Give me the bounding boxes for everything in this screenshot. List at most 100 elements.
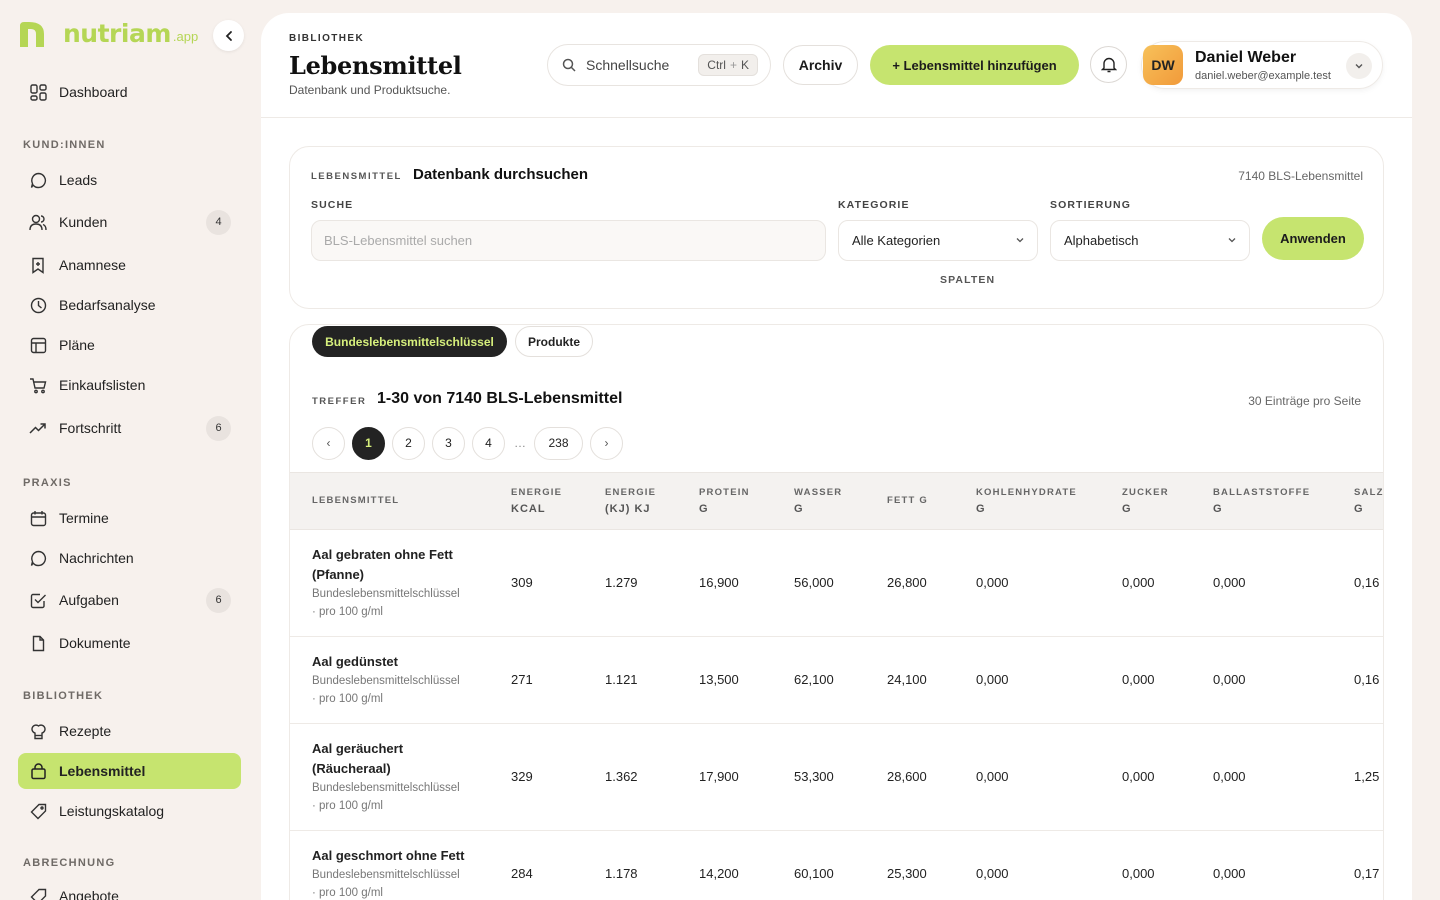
archive-button[interactable]: Archiv	[783, 45, 858, 85]
page-button[interactable]: 1	[352, 426, 385, 460]
chat-bubble-icon	[29, 171, 47, 189]
col-kohlenhydrate[interactable]: KOHLENHYDRATE G	[976, 485, 1077, 517]
prev-page-button[interactable]: ‹	[312, 426, 345, 460]
col-energie-kcal[interactable]: ENERGIE KCAL	[511, 485, 562, 517]
collapse-sidebar-button[interactable]	[213, 20, 244, 51]
col-salz[interactable]: SALZ G	[1354, 485, 1383, 517]
cell-kcal: 271	[511, 672, 533, 687]
sidebar-item-dashboard[interactable]: Dashboard	[18, 74, 241, 110]
cell-wasser: 62,100	[794, 672, 834, 687]
sidebar-item-termine[interactable]: Termine	[18, 500, 241, 536]
table-row[interactable]: Aal geschmort ohne Fett Bundeslebensmitt…	[290, 831, 1383, 900]
sidebar-item-nachrichten[interactable]: Nachrichten	[18, 540, 241, 576]
results-title: 1-30 von 7140 BLS-Lebensmittel	[377, 390, 623, 407]
sidebar-item-lebensmittel[interactable]: Lebensmittel	[18, 753, 241, 789]
category-select[interactable]: Alle Kategorien	[838, 220, 1038, 261]
notifications-button[interactable]	[1090, 46, 1127, 83]
trend-up-icon	[29, 419, 47, 437]
page-button[interactable]: 238	[534, 426, 583, 460]
table-row[interactable]: Aal geräuchert (Räucheraal) Bundeslebens…	[290, 724, 1383, 831]
col-fett[interactable]: FETT G	[887, 493, 928, 509]
logo-mark-icon	[20, 22, 44, 47]
cell-ballaststoffe: 0,000	[1213, 866, 1246, 881]
cell-kohlenhydrate: 0,000	[976, 672, 1009, 687]
page-ellipsis: …	[512, 426, 528, 460]
search-card: LEBENSMITTEL Datenbank durchsuchen 7140 …	[289, 146, 1384, 309]
sidebar-item-einkaufslisten[interactable]: Einkaufslisten	[18, 367, 241, 403]
cell-salz: 0,17	[1354, 866, 1380, 881]
dashboard-icon	[29, 83, 47, 101]
food-source: Bundeslebensmittelschlüssel	[312, 782, 460, 794]
cell-fett: 25,300	[887, 866, 927, 881]
checkbox-icon	[29, 591, 47, 609]
quick-search-input[interactable]: Schnellsuche Ctrl + K	[547, 44, 771, 86]
cell-kcal: 309	[511, 575, 533, 590]
page-button[interactable]: 2	[392, 426, 425, 460]
col-zucker[interactable]: ZUCKER G	[1122, 485, 1169, 517]
cell-kcal: 329	[511, 769, 533, 784]
apply-button[interactable]: Anwenden	[1262, 217, 1364, 260]
sidebar-item-label: Anamnese	[59, 257, 126, 273]
cell-protein: 16,900	[699, 575, 739, 590]
food-search-input[interactable]: BLS-Lebensmittel suchen	[311, 220, 826, 261]
kbd-plus: +	[729, 58, 737, 72]
category-label: KATEGORIE	[838, 199, 910, 211]
sidebar-item-fortschritt[interactable]: Fortschritt 6	[18, 410, 241, 446]
tab-bls[interactable]: Bundeslebensmittelschlüssel	[312, 326, 507, 357]
sidebar: nutriam .app Dashboard KUND:INNEN Leads …	[0, 0, 260, 900]
database-count: 7140 BLS-Lebensmittel	[1238, 169, 1363, 183]
columns-toggle[interactable]: SPALTEN	[940, 274, 995, 286]
user-name: Daniel Weber	[1195, 49, 1297, 66]
cell-zucker: 0,000	[1122, 866, 1155, 881]
chevron-down-icon	[1016, 238, 1024, 243]
food-name: Aal gebraten ohne Fett (Pfanne) Bundesle…	[312, 545, 477, 621]
add-food-button[interactable]: + Lebensmittel hinzufügen	[870, 45, 1079, 85]
sidebar-item-label: Termine	[59, 510, 109, 526]
brand-name: nutriam	[63, 19, 171, 48]
tab-produkte[interactable]: Produkte	[515, 326, 593, 357]
sidebar-item-kunden[interactable]: Kunden 4	[18, 204, 241, 240]
avatar: DW	[1143, 45, 1183, 85]
col-energie-kj[interactable]: ENERGIE (KJ) KJ	[605, 485, 656, 517]
food-portion: · pro 100 g/ml	[312, 887, 383, 899]
table-row[interactable]: Aal gebraten ohne Fett (Pfanne) Bundesle…	[290, 530, 1383, 637]
table-header: LEBENSMITTEL ENERGIE KCAL ENERGIE (KJ) KJ …	[290, 472, 1383, 530]
col-wasser[interactable]: WASSER G	[794, 485, 842, 517]
cell-protein: 14,200	[699, 866, 739, 881]
logo[interactable]: nutriam .app	[17, 20, 198, 48]
quick-search-placeholder: Schnellsuche	[586, 57, 670, 73]
sidebar-item-angebote[interactable]: Angebote	[18, 878, 241, 900]
search-card-title: Datenbank durchsuchen	[413, 166, 589, 183]
pagination: ‹ 1 2 3 4 … 238 ›	[312, 426, 630, 460]
sort-label: SORTIERUNG	[1050, 199, 1132, 211]
sidebar-item-label: Lebensmittel	[59, 763, 146, 779]
page-button[interactable]: 4	[472, 426, 505, 460]
sort-select[interactable]: Alphabetisch	[1050, 220, 1250, 261]
breadcrumb: BIBLIOTHEK	[289, 33, 365, 44]
col-ballaststoffe[interactable]: BALLASTSTOFFE G	[1213, 485, 1310, 517]
results-card: Bundeslebensmittelschlüssel Produkte TRE…	[289, 324, 1384, 900]
document-icon	[29, 634, 47, 652]
sidebar-item-dokumente[interactable]: Dokumente	[18, 625, 241, 661]
chevron-left-icon	[225, 30, 232, 41]
sidebar-item-aufgaben[interactable]: Aufgaben 6	[18, 582, 241, 618]
cell-wasser: 53,300	[794, 769, 834, 784]
sidebar-item-bedarfsanalyse[interactable]: Bedarfsanalyse	[18, 287, 241, 323]
user-menu[interactable]: DW Daniel Weber daniel.weber@example.tes…	[1141, 41, 1383, 89]
table-row[interactable]: Aal gedünstet Bundeslebensmittelschlüsse…	[290, 637, 1383, 724]
sidebar-item-anamnese[interactable]: Anamnese	[18, 247, 241, 283]
user-menu-toggle[interactable]	[1346, 53, 1372, 79]
page-subtitle: Datenbank und Produktsuche.	[289, 83, 451, 97]
page-button[interactable]: 3	[432, 426, 465, 460]
sidebar-item-plaene[interactable]: Pläne	[18, 327, 241, 363]
per-page-info: 30 Einträge pro Seite	[1248, 394, 1361, 408]
count-badge: 6	[206, 587, 231, 613]
next-page-button[interactable]: ›	[590, 426, 623, 460]
sidebar-item-leistungskatalog[interactable]: Leistungskatalog	[18, 793, 241, 829]
col-lebensmittel[interactable]: LEBENSMITTEL	[312, 493, 399, 509]
sort-value: Alphabetisch	[1064, 233, 1139, 248]
sidebar-item-leads[interactable]: Leads	[18, 162, 241, 198]
col-protein[interactable]: PROTEIN G	[699, 485, 750, 517]
sidebar-item-rezepte[interactable]: Rezepte	[18, 713, 241, 749]
cell-ballaststoffe: 0,000	[1213, 769, 1246, 784]
